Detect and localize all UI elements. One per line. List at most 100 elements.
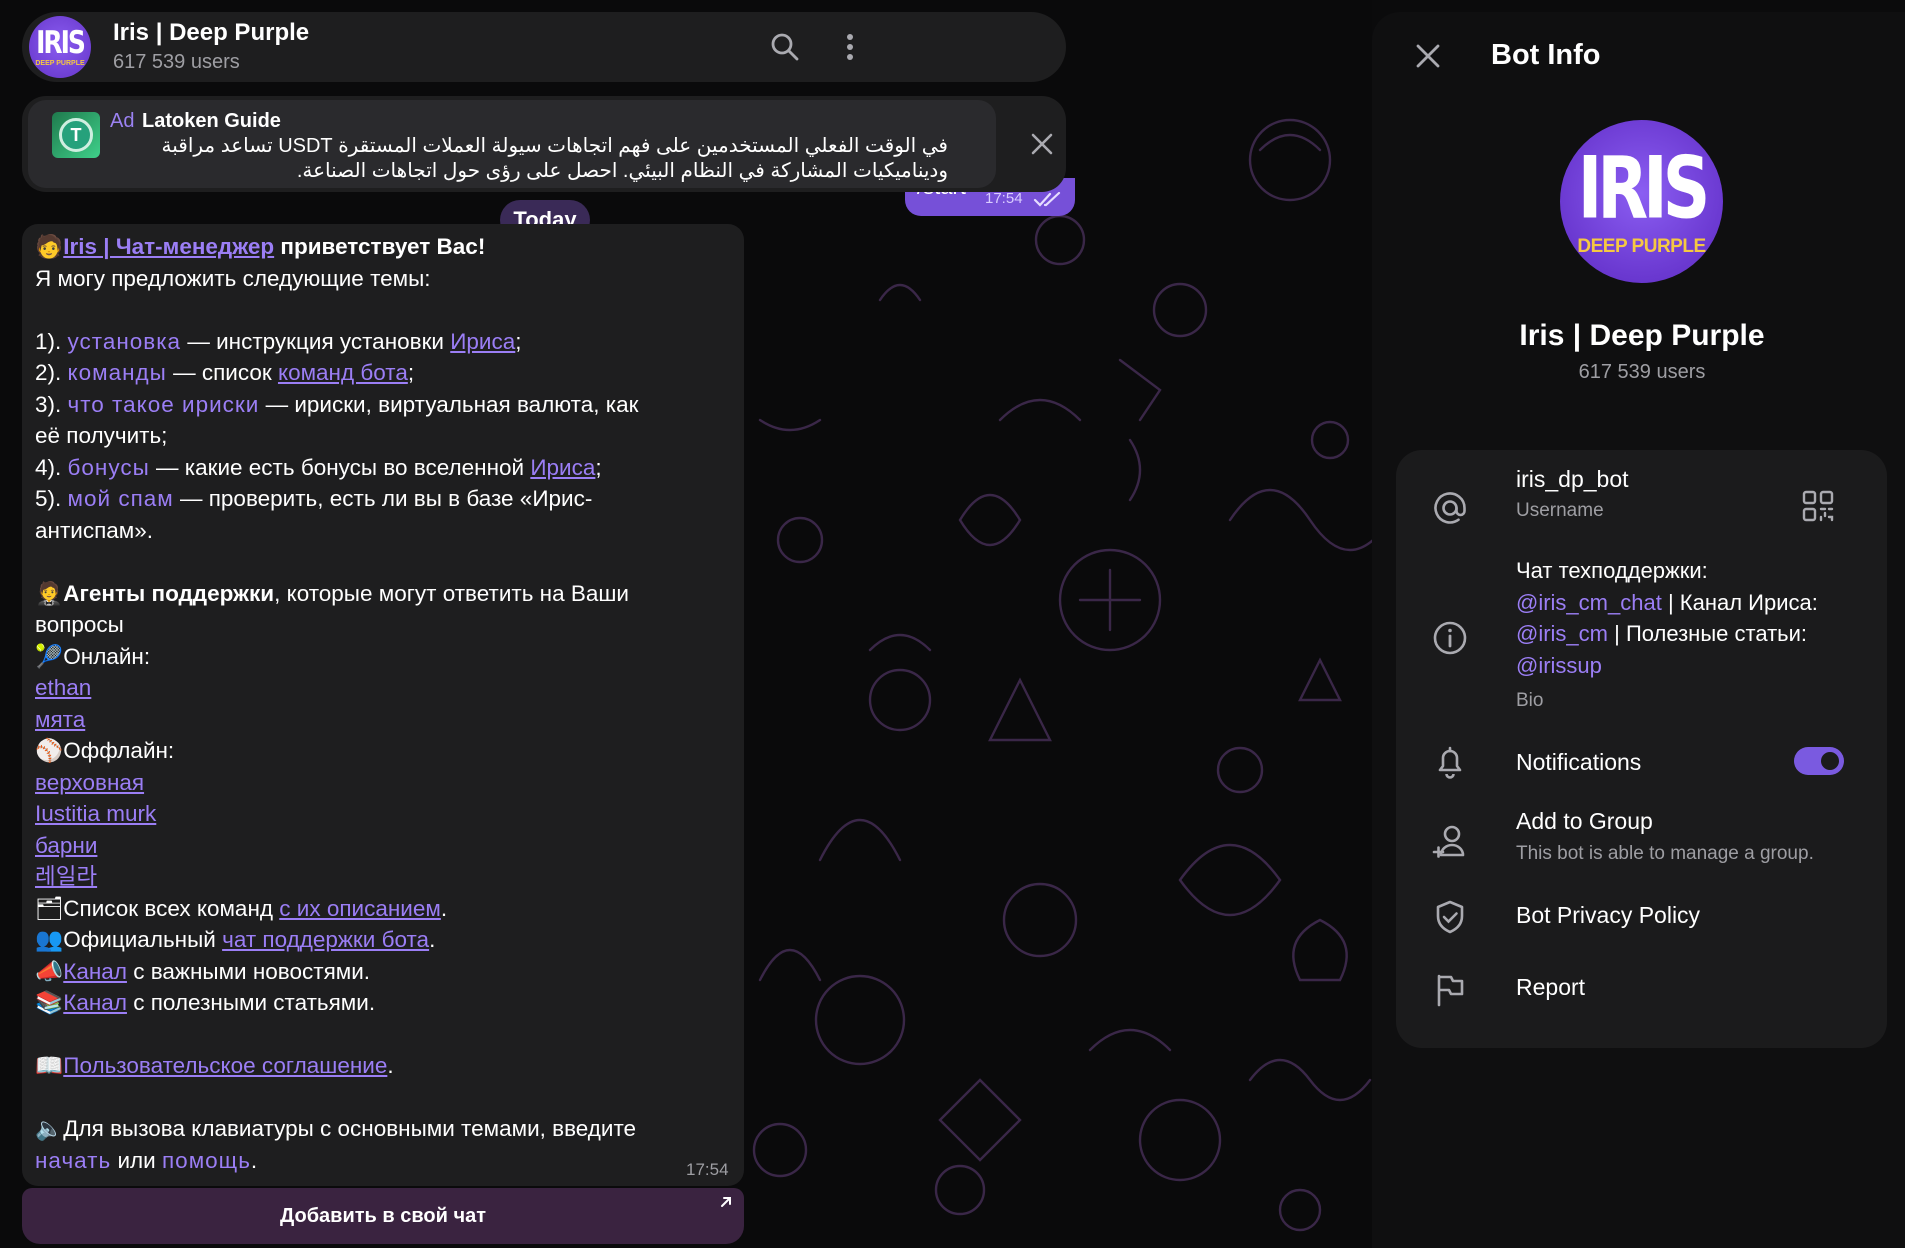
privacy-policy-link[interactable]: Bot Privacy Policy xyxy=(1516,902,1700,929)
offline-ball-icon: ⚾ xyxy=(35,738,64,763)
bot-bio: Чат техподдержки: @iris_cm_chat | Канал … xyxy=(1516,555,1866,681)
text-link[interactable]: Ириса xyxy=(530,455,595,480)
folder-emoji-icon: 🗂 xyxy=(35,895,64,921)
agreement-link[interactable]: Пользовательское соглашение xyxy=(63,1053,387,1078)
command-link[interactable]: бонусы xyxy=(68,455,150,480)
message-time: 17:54 xyxy=(686,1160,729,1179)
add-to-group-label[interactable]: Add to Group xyxy=(1516,808,1653,835)
chat-subtitle: 617 539 users xyxy=(113,51,240,73)
report-button[interactable]: Report xyxy=(1516,974,1585,1001)
online-label: Онлайн: xyxy=(63,643,151,669)
news-channel-link[interactable]: Канал xyxy=(63,959,127,984)
avatar-logo-text: IRIS xyxy=(36,24,86,61)
add-to-chat-label: Добавить в свой чат xyxy=(279,1205,487,1227)
avatar-logo-text: IRIS xyxy=(1577,138,1710,239)
external-arrow-icon xyxy=(721,1197,731,1207)
message-text: 🧑 Iris | Чат-менеджер приветствует Вас! … xyxy=(35,231,735,1176)
ad-close-button[interactable] xyxy=(1024,126,1060,162)
agent-link[interactable]: ethan xyxy=(35,675,91,700)
add-to-chat-button[interactable]: Добавить в свой чат xyxy=(22,1188,744,1244)
topic-line-cont: антиспам». xyxy=(35,517,153,543)
toggle-knob xyxy=(1818,749,1842,773)
flag-icon xyxy=(1430,970,1470,1010)
outgoing-message-time: 17:54 xyxy=(985,190,1023,207)
agents-text-cont: вопросы xyxy=(35,612,124,637)
add-to-group-sub: This bot is able to manage a group. xyxy=(1516,843,1814,864)
avatar-logo-subtext: DEEP PURPLE xyxy=(1577,236,1706,257)
more-menu-button[interactable] xyxy=(832,29,868,65)
more-vertical-icon xyxy=(847,34,853,60)
bot-info-card: iris_dp_bot Username Чат техподдержки: @… xyxy=(1396,450,1887,1048)
ad-text: في الوقت الفعلي المستخدمين على فهم اتجاه… xyxy=(161,135,948,182)
add-user-icon xyxy=(1430,822,1470,862)
info-icon xyxy=(1430,618,1470,658)
speaker-emoji-icon: 🔈 xyxy=(35,1116,64,1141)
notifications-toggle[interactable] xyxy=(1794,747,1844,775)
topic-line-cont: её получить; xyxy=(35,423,168,448)
agent-link[interactable]: барни xyxy=(35,833,97,858)
help-command[interactable]: помощь xyxy=(162,1148,251,1173)
qr-code-icon xyxy=(1802,490,1834,522)
bio-handle-link[interactable]: @iris_cm_chat xyxy=(1516,590,1662,615)
bot-info-panel: Bot Info IRIS DEEP PURPLE Iris | Deep Pu… xyxy=(1372,12,1905,1248)
command-link[interactable]: установка xyxy=(68,329,182,354)
offline-label: Оффлайн: xyxy=(63,738,175,763)
start-command[interactable]: начать xyxy=(35,1148,111,1173)
bio-line: Чат техподдержки: xyxy=(1516,558,1708,583)
command-link[interactable]: что такое ириски xyxy=(68,392,260,417)
intro-text: Я могу предложить следующие темы: xyxy=(35,265,431,291)
people-emoji-icon: 👥 xyxy=(35,927,64,952)
bot-name: Iris | Deep Purple xyxy=(1519,319,1765,352)
greeting-text: приветствует Вас! xyxy=(274,234,486,259)
agent-link[interactable]: 레일라 xyxy=(35,864,97,889)
shield-check-icon xyxy=(1430,897,1470,937)
agent-link[interactable]: Iustitia murk xyxy=(35,801,156,826)
topic-line: 4). бонусы — какие есть бонусы во вселен… xyxy=(35,454,602,480)
text-link[interactable]: команд бота xyxy=(278,360,408,385)
panel-close-button[interactable] xyxy=(1408,36,1448,76)
ad-content[interactable]: T Ad Latoken Guide في الوقت الفعلي المست… xyxy=(28,100,996,188)
chat-title[interactable]: Iris | Deep Purple xyxy=(113,19,309,47)
megaphone-emoji-icon: 📣 xyxy=(35,958,64,984)
command-link[interactable]: команды xyxy=(68,360,167,385)
agents-heading: Агенты поддержки xyxy=(63,580,275,606)
commands-link[interactable]: с их описанием xyxy=(279,896,441,921)
chat-avatar[interactable]: IRIS DEEP PURPLE xyxy=(29,16,91,78)
support-chat-link[interactable]: чат поддержки бота xyxy=(222,927,429,952)
agent-link[interactable]: верховная xyxy=(35,770,144,795)
chat-header: IRIS DEEP PURPLE Iris | Deep Purple 617 … xyxy=(22,12,1066,82)
sponsored-ad[interactable]: T Ad Latoken Guide في الوقت الفعلي المست… xyxy=(22,96,1066,192)
topic-line: 1). установка — инструкция установки Ири… xyxy=(35,328,522,354)
support-agent-emoji-icon: 🤵 xyxy=(35,580,64,606)
bot-user-count: 617 539 users xyxy=(1578,361,1706,383)
incoming-message[interactable]: 🧑 Iris | Чат-менеджер приветствует Вас! … xyxy=(22,224,744,1186)
username-label: Username xyxy=(1516,500,1604,521)
topic-line: 3). что такое ириски — ириски, виртуальн… xyxy=(35,391,639,417)
keyboard-hint: Для вызова клавиатуры с основными темами… xyxy=(63,1116,637,1141)
tether-icon: T xyxy=(59,118,93,152)
ad-title: Latoken Guide xyxy=(142,110,281,132)
books-emoji-icon: 📚 xyxy=(35,990,64,1015)
online-ball-icon: 🎾 xyxy=(35,643,64,669)
ad-label: Ad xyxy=(110,110,135,132)
bio-handle-link[interactable]: @irissup xyxy=(1516,653,1602,678)
text-link[interactable]: Ириса xyxy=(450,329,515,354)
double-check-icon xyxy=(1033,192,1061,207)
search-button[interactable] xyxy=(767,29,803,65)
agents-text: , которые могут ответить на Ваши xyxy=(274,580,629,606)
at-icon xyxy=(1430,488,1470,528)
qr-code-button[interactable] xyxy=(1798,486,1838,526)
topic-line: 5). мой спам — проверить, есть ли вы в б… xyxy=(35,486,593,511)
articles-channel-link[interactable]: Канал xyxy=(63,990,127,1015)
bio-handle-link[interactable]: @iris_cm xyxy=(1516,621,1608,646)
person-emoji-icon: 🧑 xyxy=(35,234,64,259)
bot-name-link[interactable]: Iris | Чат-менеджер xyxy=(63,234,274,259)
agent-link[interactable]: мята xyxy=(35,707,85,732)
panel-title: Bot Info xyxy=(1491,39,1601,71)
close-icon xyxy=(1416,44,1440,68)
bio-label: Bio xyxy=(1516,690,1544,711)
bot-avatar[interactable]: IRIS DEEP PURPLE xyxy=(1560,120,1723,283)
username-value[interactable]: iris_dp_bot xyxy=(1516,466,1629,493)
search-icon xyxy=(771,33,799,61)
command-link[interactable]: мой спам xyxy=(68,486,174,511)
